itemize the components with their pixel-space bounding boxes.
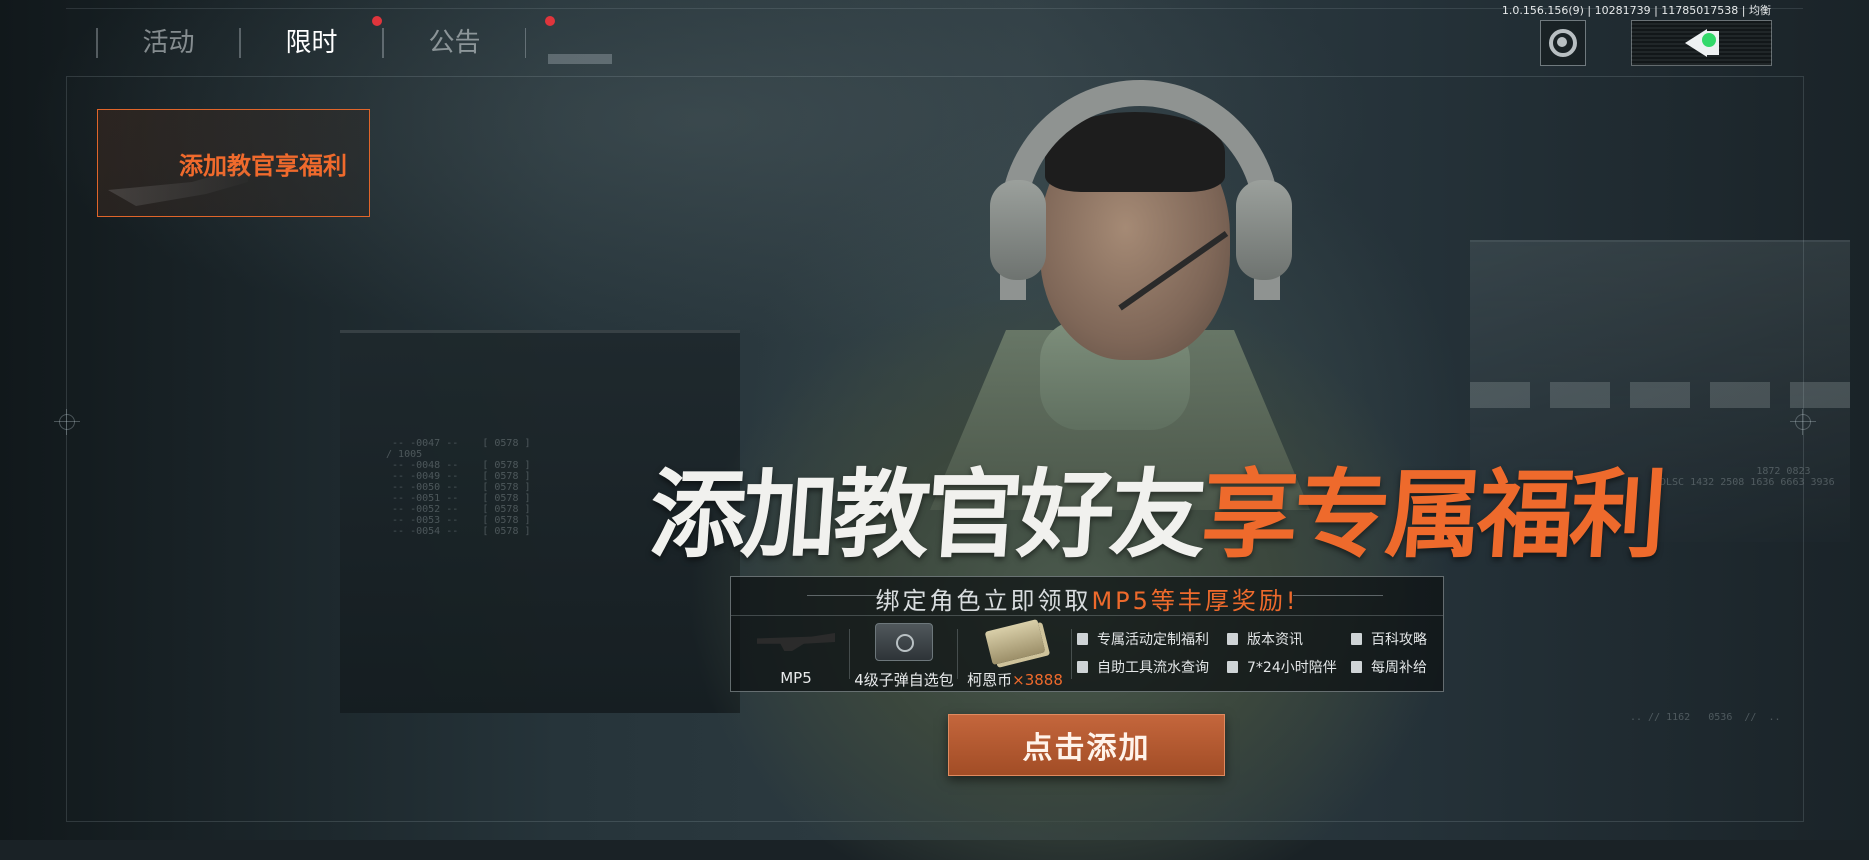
panel-subtitle: 绑定角色立即领取MP5等丰厚奖励!: [731, 581, 1443, 616]
ammo-box-icon: [875, 623, 933, 661]
status-dot: [1702, 33, 1716, 47]
crosshair-icon: [54, 409, 80, 435]
feature-item: 百科攻略: [1351, 629, 1427, 649]
panel-divider: [731, 615, 1443, 616]
subtitle-prefix: 绑定角色立即领取: [875, 587, 1092, 615]
notification-dot: [545, 16, 555, 26]
subtitle-highlight: MP5等丰厚奖励!: [1091, 587, 1299, 615]
feature-item: 自助工具流水查询: [1077, 657, 1209, 677]
headset-earcup-left: [990, 180, 1046, 280]
reward-divider: [1071, 629, 1072, 679]
game-logo-button[interactable]: [1540, 20, 1586, 66]
headline-orange: 享专属福利: [1198, 459, 1666, 571]
tab-limited[interactable]: 限时: [239, 16, 382, 58]
tab-activity[interactable]: 活动: [96, 28, 239, 58]
crosshair-icon: [1790, 409, 1816, 435]
notification-dot: [372, 16, 382, 26]
side-card-add-instructor[interactable]: 添加教官享福利: [97, 109, 370, 217]
tab-announcement[interactable]: 公告: [382, 16, 555, 58]
headset-earcup-right: [1236, 180, 1292, 280]
document-icon: [1227, 633, 1238, 645]
reward-multiplier: ×3888: [1012, 671, 1063, 689]
reward-label: 柯恩币×3888: [967, 671, 1063, 689]
battery-icon: [1351, 661, 1362, 673]
feature-item: 每周补给: [1351, 657, 1427, 677]
book-icon: [1351, 633, 1362, 645]
mp5-gun-icon: [757, 633, 835, 651]
reward-coin: 柯恩币×3888: [957, 618, 1073, 690]
reward-label: MP5: [780, 669, 812, 687]
cash-stack-icon: [984, 618, 1046, 666]
game-logo-icon: [1549, 29, 1577, 57]
side-card-label: 添加教官享福利: [179, 151, 347, 180]
people-icon: [1227, 661, 1238, 673]
reward-mp5: MP5: [741, 619, 851, 687]
gun-silhouette-icon: [108, 166, 248, 206]
feature-item: 专属活动定制福利: [1077, 629, 1209, 649]
headline: 添加教官好友享专属福利: [646, 459, 1666, 571]
decorative-bar: [548, 54, 612, 64]
gift-icon: [1077, 633, 1088, 645]
reward-label: 4级子弹自选包: [854, 671, 954, 689]
feature-item: 7*24小时陪伴: [1227, 657, 1337, 677]
reward-panel: 绑定角色立即领取MP5等丰厚奖励! MP5 4级子弹自选包 柯恩币×3888 专…: [730, 576, 1444, 692]
version-info: 1.0.156.156(9) | 10281739 | 11785017538 …: [1501, 4, 1771, 17]
receipt-icon: [1077, 661, 1088, 673]
tab-bar: 活动 限时 公告: [96, 16, 555, 64]
tab-divider: [525, 28, 526, 58]
reward-ammo-pack: 4级子弹自选包: [849, 619, 959, 690]
feature-item: 版本资讯: [1227, 629, 1303, 649]
headline-white: 添加教官好友: [646, 459, 1206, 571]
add-button[interactable]: 点击添加: [948, 714, 1225, 776]
back-button[interactable]: [1631, 20, 1772, 66]
